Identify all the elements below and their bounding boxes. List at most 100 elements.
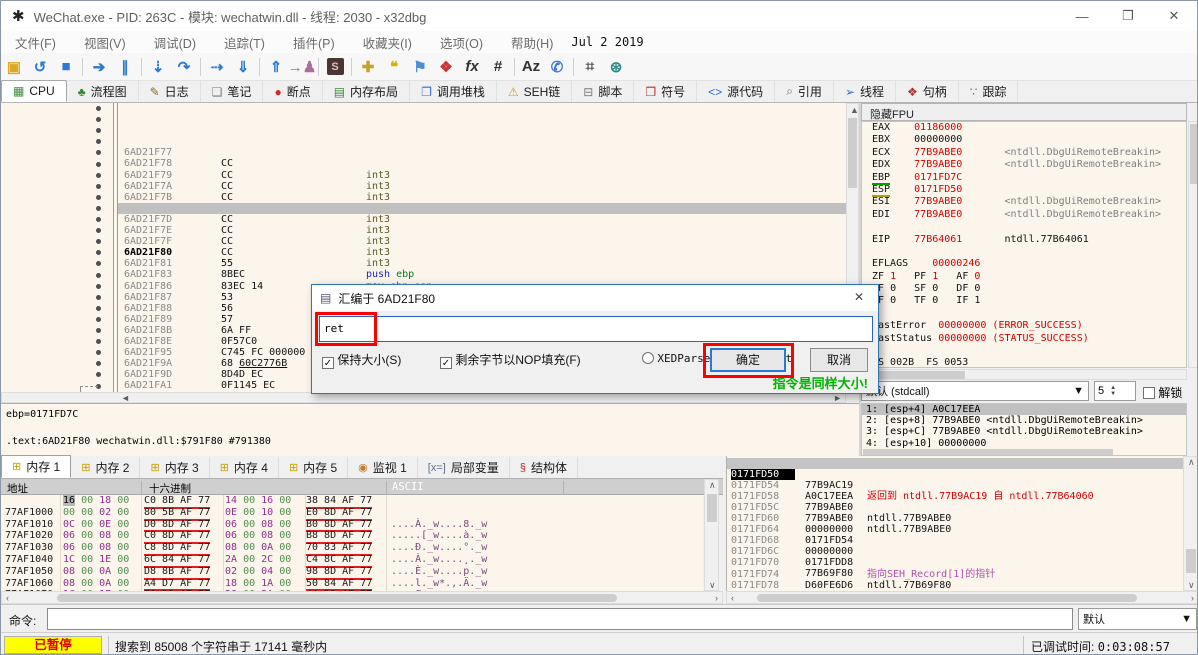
stack-row[interactable]: 0171FD68 00000000 [727, 524, 1183, 535]
stack-hscrollbar[interactable]: ‹ › [726, 591, 1198, 604]
tab-符号[interactable]: ❒符号 [634, 81, 697, 102]
dump-row[interactable]: 77AF103006 00 08 00C0 8D AF 7706 00 08 0… [1, 530, 703, 542]
functions-icon[interactable]: fx [459, 55, 485, 79]
register-line[interactable]: EDX 77B9ABE0 <ntdll.DbgUiRemoteBreakin> [862, 159, 1186, 171]
tab-引用[interactable]: ⌕引用 [775, 81, 834, 102]
breakpoint-dot[interactable] [96, 261, 101, 266]
disasm-row[interactable]: 6AD21F7E CC int3 [1, 181, 846, 192]
menu-item[interactable]: 视图(V) [70, 33, 140, 52]
breakpoint-dot[interactable] [96, 162, 101, 167]
breakpoint-dot[interactable] [96, 150, 101, 155]
restart-icon[interactable]: ↺ [27, 55, 53, 79]
stack-row[interactable]: 0171FD78 00000000 [727, 569, 1183, 580]
stack-row[interactable]: 0171FD74 D60FE6D6 [727, 558, 1183, 569]
favourites-icon[interactable]: ⊛ [603, 55, 629, 79]
register-line[interactable]: EBP 0171FD7C [862, 172, 1186, 184]
register-line[interactable]: CF 0 TF 0 IF 1 [862, 295, 1186, 307]
arg-count-spinner[interactable]: 5 ▲▼ [1094, 381, 1136, 401]
arguments-hscroll-thumb[interactable] [863, 449, 1113, 455]
register-line[interactable]: EFLAGS 00000246 [862, 258, 1186, 270]
tab-CPU[interactable]: ▦CPU [1, 80, 67, 102]
breakpoint-dot[interactable] [96, 295, 101, 300]
dump-row[interactable]: 77AF107008 00 0A 00A4 D7 AF 7718 00 1A 0… [1, 578, 703, 590]
tab-句柄[interactable]: ❖句柄 [896, 81, 959, 102]
attach-icon[interactable]: ✆ [544, 55, 570, 79]
bottom-tab-监视 1[interactable]: ◉监视 1 [348, 457, 418, 478]
disasm-row[interactable]: 6AD21F79 CC int3 [1, 125, 846, 136]
breakpoint-dot[interactable] [96, 128, 101, 133]
register-line[interactable] [862, 221, 1186, 233]
disasm-row[interactable]: 6AD21F86 53 push ebx [1, 236, 846, 247]
register-line[interactable]: GS 002B FS 0053 [862, 357, 1186, 368]
disasm-row[interactable]: 6AD21F83 83EC 14 sub esp,14 [1, 225, 846, 236]
registers-vscrollbar[interactable] [1188, 121, 1198, 368]
register-line[interactable]: LastStatus 00000000 (STATUS_SUCCESS) [862, 333, 1186, 345]
open-file-icon[interactable]: ▣ [1, 55, 27, 79]
memory-dump-view[interactable]: 77AF100016 00 18 00C0 8B AF 7714 00 16 0… [1, 495, 703, 591]
bottom-tab-内存 1[interactable]: ⊞内存 1 [1, 455, 71, 478]
breakpoint-dot[interactable] [96, 250, 101, 255]
stack-row[interactable]: 0171FD64 0171FD54 [727, 513, 1183, 524]
disasm-row[interactable]: 6AD21F89 6A FF push FFFFFFFF [1, 270, 846, 281]
register-line[interactable] [862, 345, 1186, 357]
strings-icon[interactable]: Az [518, 55, 544, 79]
run-icon[interactable]: ➔ [86, 55, 112, 79]
step-over-icon[interactable]: ↷ [171, 55, 197, 79]
disasm-row[interactable]: 6AD21F7F CC int3 [1, 192, 846, 203]
stack-row[interactable]: 0171FD50 77B9AC19 返回到 ntdll.77B9AC19 自 n… [727, 458, 1183, 469]
breakpoint-dot[interactable] [96, 217, 101, 222]
disasm-row[interactable]: 6AD21F87 56 push esi [1, 247, 846, 258]
bookmarks-icon[interactable]: ❖ [433, 55, 459, 79]
bottom-tab-结构体[interactable]: §结构体 [510, 457, 578, 478]
disasm-row[interactable]: 6AD21F7C CC int3 [1, 159, 846, 170]
tab-源代码[interactable]: <>源代码 [697, 81, 775, 102]
registers-view[interactable]: EAX 01186000EBX 00000000ECX 77B9ABE0 <nt… [861, 121, 1187, 368]
stack-row[interactable]: 0171FD54 A0C17EEA [727, 469, 1183, 480]
menu-item[interactable]: 调试(D) [140, 33, 210, 52]
register-line[interactable]: LastError 00000000 (ERROR_SUCCESS) [862, 320, 1186, 332]
tab-日志[interactable]: ✎日志 [139, 81, 201, 102]
stop-icon[interactable]: ■ [53, 55, 79, 79]
menu-item[interactable]: 帮助(H) [497, 33, 567, 52]
dump-row[interactable]: 77AF100016 00 18 00C0 8B AF 7714 00 16 0… [1, 495, 703, 507]
breakpoint-dot[interactable] [96, 206, 101, 211]
hide-fpu-button[interactable]: 隐藏FPU [861, 103, 1187, 121]
breakpoint-dot[interactable] [96, 106, 101, 111]
cancel-button[interactable]: 取消 [810, 348, 868, 372]
argument-row[interactable]: 2: [esp+8] 77B9ABE0 <ntdll.DbgUiRemoteBr… [862, 415, 1186, 426]
dialog-close-icon[interactable]: ✕ [844, 287, 874, 308]
breakpoint-dot[interactable] [96, 306, 101, 311]
argument-row[interactable]: 1: [esp+4] A0C17EEA [862, 404, 1186, 415]
disasm-row[interactable]: 6AD21F81 8BEC mov ebp,esp [1, 214, 846, 225]
assemble-instruction-input[interactable]: ret [319, 316, 873, 342]
menu-item[interactable]: 插件(P) [279, 33, 349, 52]
stack-row[interactable]: 0171FD60 00000000 [727, 502, 1183, 513]
dump-header-ascii[interactable]: ASCII [392, 481, 424, 493]
calculator-icon[interactable]: ⌗ [577, 55, 603, 79]
register-line[interactable]: ESI 77B9ABE0 <ntdll.DbgUiRemoteBreakin> [862, 196, 1186, 208]
breakpoint-dot[interactable] [96, 361, 101, 366]
stack-view[interactable]: 0171FD50 77B9AC19 返回到 ntdll.77B9AC19 自 n… [726, 456, 1183, 591]
keep-size-checkbox[interactable]: ✓ 保持大小(S) [322, 351, 401, 369]
register-line[interactable] [862, 308, 1186, 320]
breakpoint-dot[interactable] [96, 317, 101, 322]
register-line[interactable]: ECX 77B9ABE0 <ntdll.DbgUiRemoteBreakin> [862, 147, 1186, 159]
bottom-tab-内存 3[interactable]: ⊞内存 3 [140, 457, 209, 478]
menu-item[interactable]: 收藏夹(I) [349, 33, 426, 52]
breakpoint-dot[interactable] [96, 372, 101, 377]
stack-row[interactable]: 0171FD5C 77B9ABE0 ntdll.77B9ABE0 [727, 491, 1183, 502]
tab-线程[interactable]: ➢线程 [834, 81, 896, 102]
register-line[interactable]: EDI 77B9ABE0 <ntdll.DbgUiRemoteBreakin> [862, 209, 1186, 221]
breakpoint-dot[interactable] [96, 117, 101, 122]
dump-row[interactable]: 77AF104006 00 08 00C8 8D AF 7708 00 0A 0… [1, 542, 703, 554]
breakpoint-dot[interactable] [96, 139, 101, 144]
register-line[interactable]: ZF 1 PF 1 AF 0 [862, 271, 1186, 283]
breakpoint-dot[interactable] [96, 184, 101, 189]
command-input[interactable] [47, 608, 1073, 630]
breakpoint-dot[interactable] [96, 339, 101, 344]
registers-hscrollbar[interactable] [861, 369, 1187, 380]
xedparse-radio[interactable]: XEDParse [642, 351, 710, 365]
breakpoint-dot[interactable] [96, 195, 101, 200]
comments-icon[interactable]: ❝ [381, 55, 407, 79]
stack-vscrollbar[interactable]: ∧ ∨ [1183, 456, 1198, 591]
